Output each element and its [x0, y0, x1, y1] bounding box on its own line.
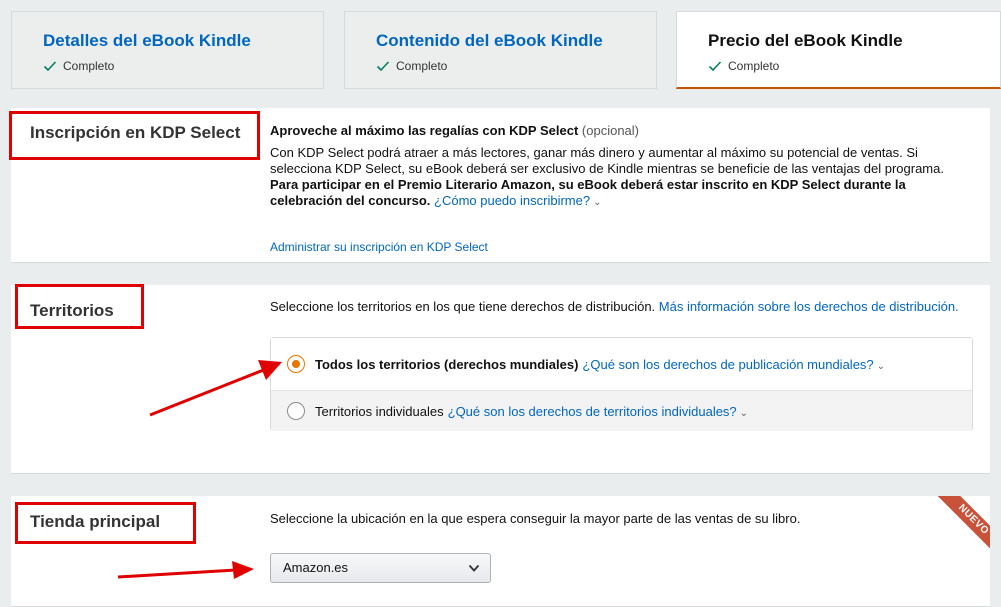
kdp-select-content: Aproveche al máximo las regalías con KDP… — [270, 123, 975, 255]
progress-tabs: Detalles del eBook Kindle Completo Conte… — [11, 11, 1001, 89]
tab-title[interactable]: Detalles del eBook Kindle — [43, 31, 323, 51]
annotation-box-marketplace — [15, 502, 196, 544]
radio-label[interactable]: Territorios individuales — [315, 404, 444, 419]
chevron-down-icon: ⌄ — [593, 197, 602, 208]
how-to-enroll-link[interactable]: ¿Cómo puedo inscribirme? ⌄ — [434, 193, 601, 208]
tab-ebook-content[interactable]: Contenido del eBook Kindle Completo — [344, 11, 657, 89]
radio-option-worldwide[interactable]: Todos los territorios (derechos mundiale… — [271, 338, 972, 391]
intro-text: Seleccione los territorios en los que ti… — [270, 299, 656, 314]
tab-status-label: Completo — [396, 59, 448, 73]
optional-label: (opcional) — [581, 123, 640, 138]
checkmark-icon — [43, 61, 57, 72]
how-to-enroll-label: ¿Cómo puedo inscribirme? — [434, 193, 591, 208]
manage-kdp-select-link[interactable]: Administrar su inscripción en KDP Select — [270, 239, 488, 255]
checkmark-icon — [708, 61, 722, 72]
tab-title[interactable]: Contenido del eBook Kindle — [376, 31, 656, 51]
individual-rights-link[interactable]: ¿Qué son los derechos de territorios ind… — [448, 404, 748, 419]
tab-status-label: Completo — [63, 59, 115, 73]
lead-text: Aproveche al máximo las regalías con KDP… — [270, 123, 579, 138]
tab-title: Precio del eBook Kindle — [708, 31, 903, 50]
kdp-select-description: Con KDP Select podrá atraer a más lector… — [270, 145, 975, 211]
radio-button[interactable] — [287, 402, 305, 420]
territories-section: Territorios Seleccione los territorios e… — [11, 285, 990, 474]
individual-rights-label: ¿Qué son los derechos de territorios ind… — [447, 403, 737, 419]
radio-button-selected[interactable] — [287, 355, 305, 373]
territories-radio-group: Todos los territorios (derechos mundiale… — [270, 337, 973, 431]
marketplace-intro: Seleccione la ubicación en la que espera… — [270, 511, 801, 526]
distribution-rights-link[interactable]: Más información sobre los derechos de di… — [659, 299, 959, 314]
worldwide-rights-label: ¿Qué son los derechos de publicación mun… — [582, 356, 874, 372]
chevron-down-icon: ⌄ — [876, 360, 886, 372]
radio-option-individual[interactable]: Territorios individuales ¿Qué son los de… — [271, 391, 972, 431]
worldwide-rights-link[interactable]: ¿Qué son los derechos de publicación mun… — [582, 357, 885, 372]
kdp-select-lead: Aproveche al máximo las regalías con KDP… — [270, 123, 975, 139]
tab-ebook-pricing[interactable]: Precio del eBook Kindle Completo — [676, 11, 1001, 89]
marketplace-selected-value: Amazon.es — [283, 560, 349, 575]
annotation-box-kdp-select — [9, 111, 260, 160]
tab-ebook-details[interactable]: Detalles del eBook Kindle Completo — [11, 11, 324, 89]
tab-status: Completo — [708, 59, 1000, 73]
new-badge-label: NUEVO — [935, 496, 990, 554]
chevron-down-icon — [468, 564, 480, 572]
tab-status: Completo — [43, 59, 323, 73]
new-badge: NUEVO — [932, 496, 990, 554]
marketplace-dropdown[interactable]: Amazon.es — [270, 553, 491, 583]
tab-status: Completo — [376, 59, 656, 73]
description-text: Con KDP Select podrá atraer a más lector… — [270, 145, 944, 176]
tab-status-label: Completo — [728, 59, 780, 73]
checkmark-icon — [376, 61, 390, 72]
chevron-down-icon: ⌄ — [739, 407, 749, 419]
annotation-box-territories — [15, 284, 144, 329]
radio-label[interactable]: Todos los territorios (derechos mundiale… — [315, 357, 578, 372]
territories-intro: Seleccione los territorios en los que ti… — [270, 299, 975, 315]
